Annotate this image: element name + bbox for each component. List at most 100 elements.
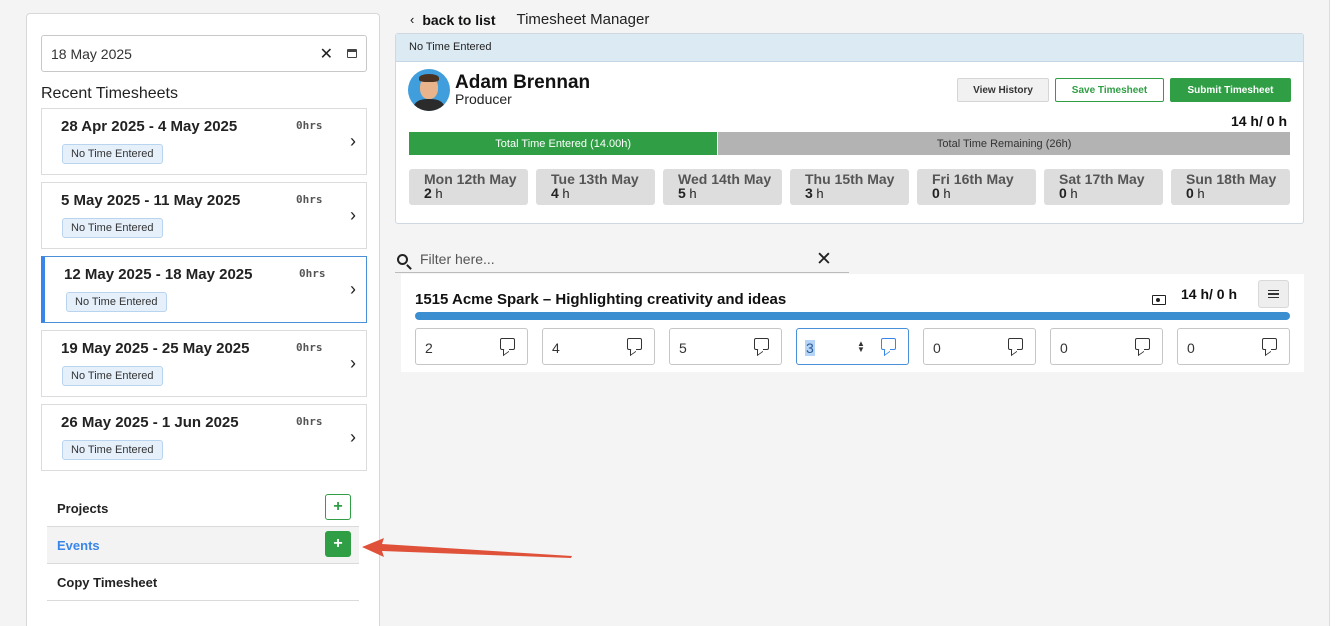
comment-icon[interactable]	[1262, 338, 1277, 350]
comment-icon[interactable]	[881, 338, 896, 350]
day-unit: h	[689, 186, 697, 201]
page-title: Timesheet Manager	[516, 11, 650, 28]
hour-entry-input[interactable]: 4	[542, 328, 655, 365]
hour-entry-input[interactable]: 2	[415, 328, 528, 365]
timesheet-hours: 0hrs	[296, 119, 323, 132]
comment-icon[interactable]	[754, 338, 769, 350]
chevron-left-icon[interactable]: ‹	[410, 12, 414, 27]
day-unit: h	[943, 186, 951, 201]
hour-entry-input[interactable]: 0	[1050, 328, 1163, 365]
adjacent-window-edge	[1329, 0, 1336, 626]
menu-item-copy-timesheet[interactable]: Copy Timesheet	[47, 564, 359, 601]
timesheet-card[interactable]: 19 May 2025 - 25 May 2025 0hrs No Time E…	[41, 330, 367, 397]
project-hours: 14 h/ 0 h	[1181, 286, 1238, 302]
status-badge: No Time Entered	[62, 366, 163, 386]
hour-entry-value[interactable]: 3	[805, 340, 815, 356]
billable-money-icon	[1152, 295, 1166, 305]
chevron-right-icon[interactable]: ›	[350, 353, 356, 374]
timesheet-list: 28 Apr 2025 - 4 May 2025 0hrs No Time En…	[41, 108, 367, 478]
hour-entry-value[interactable]: 0	[1187, 340, 1195, 356]
menu-item-label: Copy Timesheet	[57, 574, 158, 590]
calendar-icon[interactable]	[347, 49, 357, 58]
timesheet-hours: 0hrs	[296, 193, 323, 206]
comment-icon[interactable]	[1008, 338, 1023, 350]
submit-timesheet-button[interactable]: Submit Timesheet	[1170, 78, 1291, 102]
day-hours: 0	[1059, 185, 1067, 201]
hour-entry-value[interactable]: 0	[1060, 340, 1068, 356]
day-name: Tue 13th May	[551, 171, 639, 187]
hour-entries: 2 4 5 3 ▲ ▼ 0 0 0	[415, 328, 1290, 365]
date-picker-field[interactable]: 18 May 2025 ✕	[41, 35, 367, 72]
menu-item-events[interactable]: Events +	[47, 527, 359, 564]
left-panel: 18 May 2025 ✕ Recent Timesheets 28 Apr 2…	[26, 13, 380, 626]
annotation-arrow	[362, 538, 572, 558]
time-progress-bar: Total Time Entered (14.00h) Total Time R…	[409, 132, 1290, 155]
timesheet-hours: 0hrs	[296, 415, 323, 428]
add-event-button[interactable]: +	[325, 531, 351, 557]
hour-entry-value[interactable]: 5	[679, 340, 687, 356]
avatar	[408, 69, 450, 111]
day-unit: h	[1070, 186, 1078, 201]
timesheet-hours: 0hrs	[296, 341, 323, 354]
day-total: Mon 12th May 2 h	[409, 169, 528, 205]
clear-filter-icon[interactable]: ✕	[816, 248, 832, 271]
stepper-arrows-icon[interactable]: ▲ ▼	[857, 340, 865, 354]
day-hours: 5	[678, 185, 686, 201]
status-strip: No Time Entered	[396, 34, 1303, 62]
day-hours: 0	[1186, 185, 1194, 201]
day-name: Mon 12th May	[424, 171, 517, 187]
day-total: Wed 14th May 5 h	[663, 169, 782, 205]
day-unit: h	[562, 186, 570, 201]
project-progress-bar	[415, 312, 1290, 320]
person-role: Producer	[455, 91, 512, 107]
day-unit: h	[1197, 186, 1205, 201]
timesheet-card[interactable]: 5 May 2025 - 11 May 2025 0hrs No Time En…	[41, 182, 367, 249]
add-project-button[interactable]: +	[325, 494, 351, 520]
timesheet-card-selected[interactable]: 12 May 2025 - 18 May 2025 0hrs No Time E…	[41, 256, 367, 323]
hour-entry-input-focused[interactable]: 3 ▲ ▼	[796, 328, 909, 365]
chevron-right-icon[interactable]: ›	[350, 427, 356, 448]
project-title: 1515 Acme Spark – Highlighting creativit…	[415, 291, 787, 308]
timesheet-card[interactable]: 28 Apr 2025 - 4 May 2025 0hrs No Time En…	[41, 108, 367, 175]
hour-entry-input[interactable]: 0	[923, 328, 1036, 365]
menu-item-label: Events	[57, 537, 100, 553]
day-hours: 3	[805, 185, 813, 201]
status-badge: No Time Entered	[62, 144, 163, 164]
view-history-button[interactable]: View History	[957, 78, 1049, 102]
menu-item-projects[interactable]: Projects +	[47, 490, 359, 527]
hour-entry-value[interactable]: 4	[552, 340, 560, 356]
day-total: Sun 18th May 0 h	[1171, 169, 1290, 205]
status-badge: No Time Entered	[62, 218, 163, 238]
back-to-list-link[interactable]: back to list	[422, 12, 495, 28]
save-timesheet-button[interactable]: Save Timesheet	[1055, 78, 1164, 102]
clear-date-icon[interactable]: ✕	[320, 44, 333, 64]
hour-entry-input[interactable]: 0	[1177, 328, 1290, 365]
comment-icon[interactable]	[1135, 338, 1150, 350]
hour-entry-value[interactable]: 2	[425, 340, 433, 356]
filter-input[interactable]	[420, 251, 800, 267]
comment-icon[interactable]	[500, 338, 515, 350]
timesheet-range: 28 Apr 2025 - 4 May 2025	[61, 118, 238, 135]
side-menu: Projects + Events + Copy Timesheet	[47, 490, 359, 601]
hour-entry-value[interactable]: 0	[933, 340, 941, 356]
time-entered-segment: Total Time Entered (14.00h)	[409, 132, 718, 155]
timesheet-card[interactable]: 26 May 2025 - 1 Jun 2025 0hrs No Time En…	[41, 404, 367, 471]
day-hours: 4	[551, 185, 559, 201]
timesheet-summary-card: No Time Entered Adam Brennan Producer Vi…	[395, 33, 1304, 224]
day-name: Sun 18th May	[1186, 171, 1277, 187]
hour-entry-input[interactable]: 5	[669, 328, 782, 365]
status-badge: No Time Entered	[62, 440, 163, 460]
day-name: Fri 16th May	[932, 171, 1014, 187]
day-unit: h	[435, 186, 443, 201]
day-name: Sat 17th May	[1059, 171, 1145, 187]
chevron-right-icon[interactable]: ›	[350, 131, 356, 152]
comment-icon[interactable]	[627, 338, 642, 350]
timesheet-range: 5 May 2025 - 11 May 2025	[61, 192, 241, 209]
date-value[interactable]: 18 May 2025	[51, 46, 320, 62]
search-icon	[397, 253, 408, 265]
chevron-right-icon[interactable]: ›	[350, 279, 356, 300]
day-hours: 0	[932, 185, 940, 201]
project-menu-button[interactable]	[1258, 280, 1289, 308]
recent-timesheets-heading: Recent Timesheets	[41, 85, 178, 102]
chevron-right-icon[interactable]: ›	[350, 205, 356, 226]
